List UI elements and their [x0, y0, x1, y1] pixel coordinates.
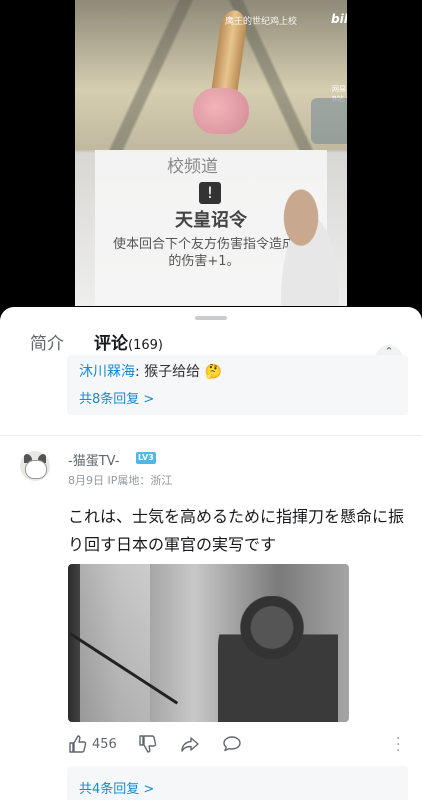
comment-actions: 456 · · ·: [68, 732, 408, 758]
comment-meta: 8月9日 IP属地：浙江: [68, 474, 173, 487]
video-overlay-text: 鹰王的世纪鸡上校: [225, 17, 298, 27]
comment-username[interactable]: -猫蛋TV-: [68, 450, 119, 469]
reply-bubble-icon[interactable]: [222, 734, 242, 758]
fist-graphic: [193, 88, 249, 134]
view-replies-link[interactable]: 共8条回复 >: [79, 388, 154, 407]
video-side-button[interactable]: [311, 98, 347, 144]
comment-text[interactable]: これは、士気を高めるために指揮刀を懸命に振り回す日本の軍官の実写です: [68, 503, 408, 559]
reply-user[interactable]: 沐川槑海: [79, 364, 135, 380]
level-badge: LV3: [136, 452, 156, 464]
more-options-icon[interactable]: · · ·: [396, 732, 400, 758]
sheet-drag-handle[interactable]: [195, 316, 227, 320]
bilibili-logo: bilibili: [331, 12, 347, 26]
view-replies-link[interactable]: 共4条回复 >: [79, 778, 154, 797]
image-soldier: [218, 596, 338, 722]
like-count: 456: [92, 737, 117, 752]
tab-comments[interactable]: 评论(169): [94, 329, 163, 354]
cat-face: [25, 460, 47, 479]
reply-text: 猴子给给 🤔: [144, 364, 223, 380]
thumbs-down-icon[interactable]: [138, 734, 158, 758]
reply-preview-line: 沐川槑海: 猴子给给 🤔: [79, 361, 222, 381]
person-figure: [265, 170, 347, 306]
comment-divider: [0, 435, 422, 436]
reply-summary-box[interactable]: 共4条回复 >: [67, 766, 408, 800]
image-door: [80, 564, 150, 722]
comment-count: (169): [128, 338, 163, 353]
reply-preview-box[interactable]: 沐川槑海: 猴子给给 🤔 共8条回复 >: [67, 355, 408, 415]
video-player[interactable]: 鹰王的世纪鸡上校 bilibili 网易B站 校频道 ! 天皇诏令 使本回合下个…: [0, 0, 422, 318]
avatar[interactable]: [20, 451, 50, 481]
tab-comments-label: 评论: [94, 334, 128, 354]
share-icon[interactable]: [180, 734, 200, 758]
comment-image[interactable]: [68, 564, 349, 722]
video-watermark: 校频道: [167, 157, 218, 177]
video-frame[interactable]: 鹰王的世纪鸡上校 bilibili 网易B站 校频道 ! 天皇诏令 使本回合下个…: [75, 0, 347, 306]
reply-separator: :: [135, 364, 145, 380]
warning-icon: !: [199, 182, 221, 204]
comment-sheet: 简介 评论(169) ⌃⌄ 沐川槑海: 猴子给给 🤔 共8条回复 > -猫蛋TV…: [0, 307, 422, 800]
thumbs-up-icon[interactable]: [68, 734, 88, 758]
tab-intro[interactable]: 简介: [30, 329, 64, 354]
